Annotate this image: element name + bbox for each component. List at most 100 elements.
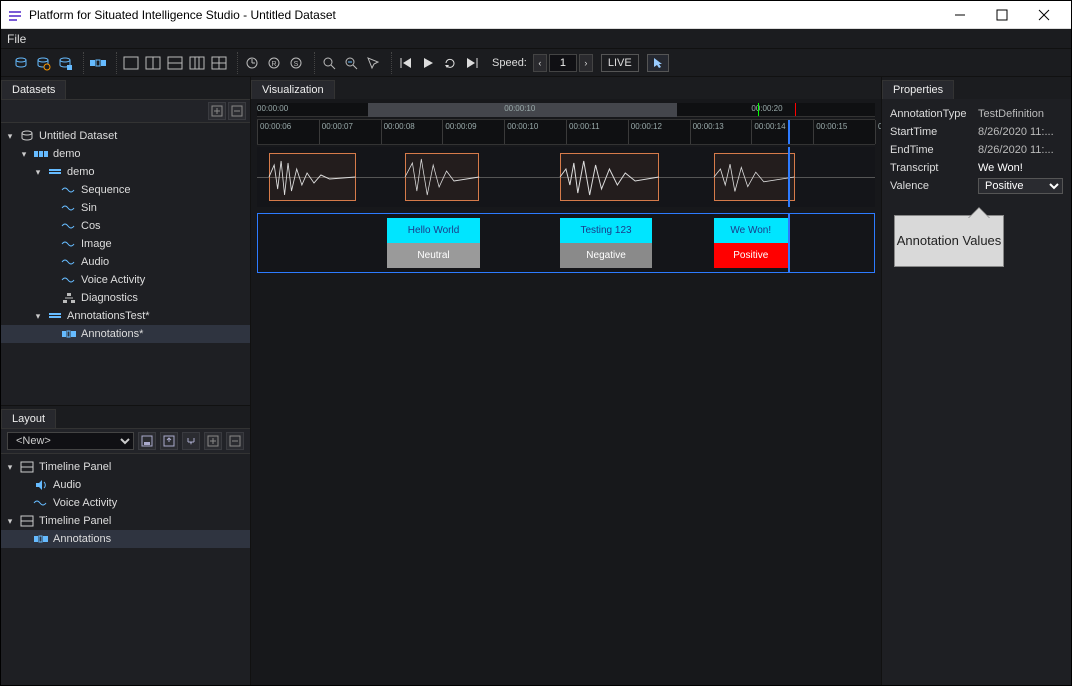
ruler-tick: 00:00:12 (628, 120, 629, 144)
partition-demo[interactable]: ▾demo (1, 145, 250, 163)
valence-select[interactable]: Positive (978, 178, 1063, 194)
live-button[interactable]: LIVE (601, 54, 639, 72)
annotation-transcript: Hello World (387, 218, 479, 243)
speed-label: Speed: (492, 57, 527, 69)
store-icon (47, 309, 63, 323)
close-button[interactable] (1023, 2, 1065, 28)
ruler-tick: 00:00:07 (319, 120, 320, 144)
stream-voice-activity[interactable]: Voice Activity (1, 271, 250, 289)
play-icon[interactable] (418, 53, 438, 73)
database-icon (19, 129, 35, 143)
loop-icon[interactable] (440, 53, 460, 73)
detail-ruler[interactable]: 00:00:0600:00:0700:00:0800:00:0900:00:10… (257, 119, 875, 145)
datasets-toolbar (1, 99, 250, 123)
stream-annotations[interactable]: Annotations* (1, 325, 250, 343)
pointer-mode-button[interactable] (647, 54, 669, 72)
window-title: Platform for Situated Intelligence Studi… (29, 8, 939, 22)
tab-layout[interactable]: Layout (1, 409, 56, 428)
partition-icon (33, 147, 49, 161)
layout-saveas-icon[interactable] (160, 432, 178, 450)
ruler-tick: 00:00:13 (690, 120, 691, 144)
layout-5-icon[interactable] (209, 53, 229, 73)
annotation-block[interactable]: Testing 123Negative (560, 218, 652, 268)
layout-3-icon[interactable] (165, 53, 185, 73)
tab-properties[interactable]: Properties (882, 80, 954, 99)
annotation-valence: Neutral (387, 243, 479, 268)
skip-end-icon[interactable] (462, 53, 482, 73)
ruler-tick: 00:00:10 (504, 120, 505, 144)
ruler-tick: 00:00:09 (442, 120, 443, 144)
annotation-valence: Positive (714, 243, 788, 268)
layout-expand-icon[interactable] (204, 432, 222, 450)
prop-valence[interactable]: Valence Positive (890, 177, 1063, 195)
svg-text:R: R (271, 61, 276, 68)
speed-increase-button[interactable]: › (579, 54, 593, 72)
stream-sin[interactable]: Sin (1, 199, 250, 217)
layout-select[interactable]: <New> (7, 432, 134, 450)
zoom-fit-icon[interactable] (319, 53, 339, 73)
titlebar: Platform for Situated Intelligence Studi… (1, 1, 1071, 29)
callout-annotation-values: Annotation Values (894, 215, 1004, 267)
expand-all-icon[interactable] (208, 102, 226, 120)
minimize-button[interactable] (939, 2, 981, 28)
audio-track[interactable] (257, 147, 875, 207)
dataset-open-icon[interactable] (33, 53, 53, 73)
layout-4-icon[interactable] (187, 53, 207, 73)
collapse-all-icon[interactable] (228, 102, 246, 120)
layout-item-annotations[interactable]: Annotations (1, 530, 250, 548)
ruler-tick: 00:00:15 (813, 120, 814, 144)
store-annotationstest[interactable]: ▾AnnotationsTest* (1, 307, 250, 325)
visualization-column: Visualization 00:00:00 00:00:10 00:00:20… (251, 77, 881, 685)
prop-transcript[interactable]: Transcript We Won! (890, 159, 1063, 177)
annotation-tool-icon[interactable] (88, 53, 108, 73)
speed-input[interactable] (549, 54, 577, 72)
timeline-panel-1[interactable]: ▾Timeline Panel (1, 458, 250, 476)
stream-sequence[interactable]: Sequence (1, 181, 250, 199)
stream-cos[interactable]: Cos (1, 217, 250, 235)
dataset-save-icon[interactable] (55, 53, 75, 73)
svg-text:S: S (294, 61, 299, 68)
layout-item-audio[interactable]: Audio (1, 476, 250, 494)
stream-audio[interactable]: Audio (1, 253, 250, 271)
layout-panel: Layout <New> ▾Timeline Panel Audio Voice… (1, 405, 250, 685)
dataset-new-icon[interactable] (11, 53, 31, 73)
timing-session-icon[interactable]: S (286, 53, 306, 73)
diagnostics-row[interactable]: Diagnostics (1, 289, 250, 307)
annotation-block[interactable]: We Won!Positive (714, 218, 788, 268)
zoom-selection-icon[interactable] (341, 53, 361, 73)
audio-icon (33, 478, 49, 492)
timing-relative-icon[interactable]: R (264, 53, 284, 73)
wave-icon (61, 255, 77, 269)
store-demo[interactable]: ▾demo (1, 163, 250, 181)
layout-2-icon[interactable] (143, 53, 163, 73)
tab-datasets[interactable]: Datasets (1, 80, 66, 99)
timing-absolute-icon[interactable] (242, 53, 262, 73)
skip-start-icon[interactable] (396, 53, 416, 73)
stream-image[interactable]: Image (1, 235, 250, 253)
maximize-button[interactable] (981, 2, 1023, 28)
wave-icon (61, 219, 77, 233)
content-area: Datasets ▾Untitled Dataset ▾demo ▾demo S… (1, 77, 1071, 685)
annotations-track[interactable]: Hello WorldNeutral Testing 123Negative We … (257, 213, 875, 273)
speed-decrease-button[interactable]: ‹ (533, 54, 547, 72)
annotation-block[interactable]: Hello WorldNeutral (387, 218, 479, 268)
annotation-transcript: We Won! (714, 218, 788, 243)
diagnostics-icon (61, 291, 77, 305)
layout-item-voice-activity[interactable]: Voice Activity (1, 494, 250, 512)
annotation-stream-icon (33, 532, 49, 546)
menu-file[interactable]: File (7, 32, 26, 46)
dataset-root[interactable]: ▾Untitled Dataset (1, 127, 250, 145)
marker-red (795, 103, 796, 116)
layout-delete-icon[interactable] (182, 432, 200, 450)
tab-visualization[interactable]: Visualization (251, 80, 335, 99)
ruler-tick: 00:00:08 (381, 120, 382, 144)
layout-collapse-icon[interactable] (226, 432, 244, 450)
cursor-follow-icon[interactable] (363, 53, 383, 73)
layout-1-icon[interactable] (121, 53, 141, 73)
overview-ruler[interactable]: 00:00:00 00:00:10 00:00:20 (257, 103, 875, 117)
ruler-tick: 00:00:11 (566, 120, 567, 144)
layout-save-icon[interactable] (138, 432, 156, 450)
ruler-tick: 00:00:14 (751, 120, 752, 144)
timeline-panel-2[interactable]: ▾Timeline Panel (1, 512, 250, 530)
properties-body: AnnotationType TestDefinition StartTime … (882, 99, 1071, 685)
